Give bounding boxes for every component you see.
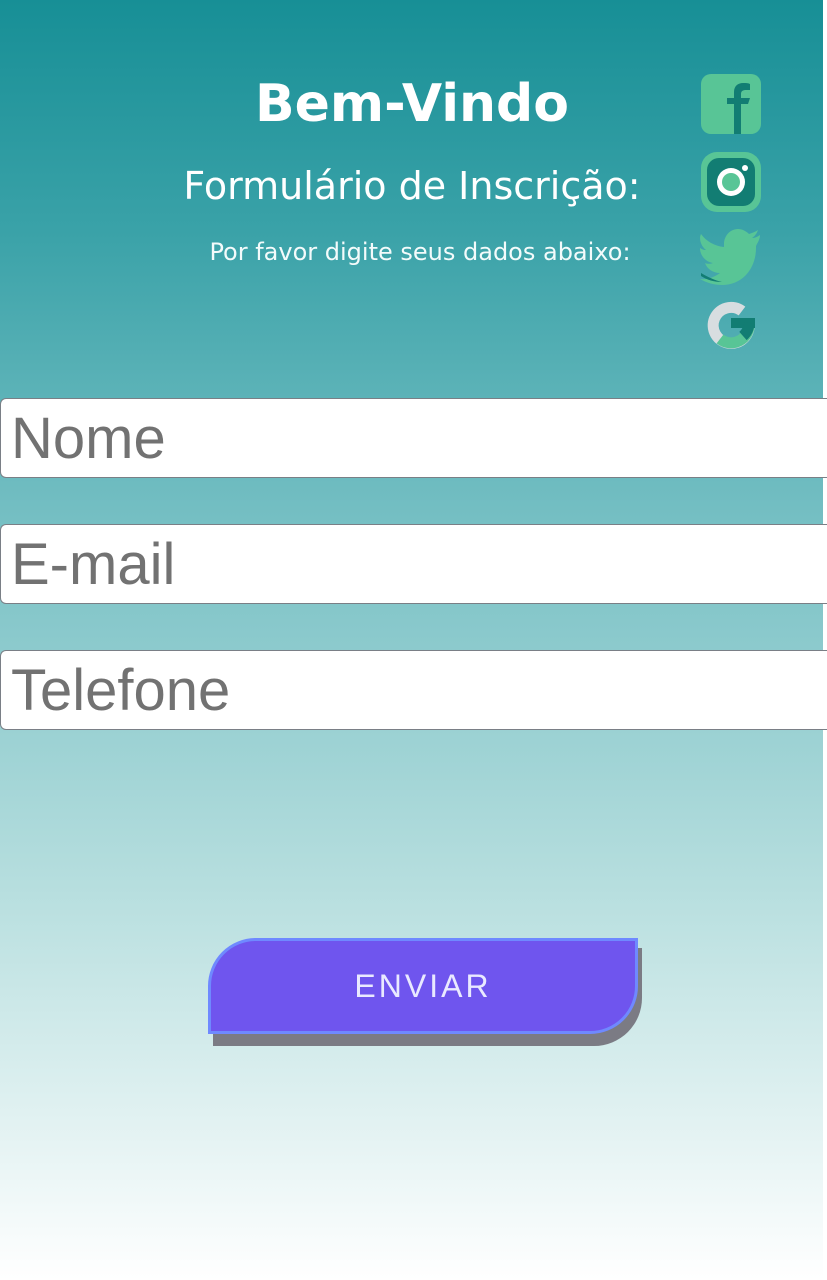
google-icon — [707, 301, 755, 349]
form-description: Por favor digite seus dados abaixo: — [209, 238, 631, 266]
email-input[interactable] — [0, 524, 827, 604]
twitter-icon — [700, 229, 760, 285]
instagram-icon — [701, 152, 761, 212]
form-subtitle: Formulário de Inscrição: — [183, 164, 641, 208]
name-input[interactable] — [0, 398, 827, 478]
phone-input[interactable] — [0, 650, 827, 730]
google-link[interactable] — [700, 292, 762, 354]
instagram-link[interactable] — [700, 151, 762, 213]
header-section: Bem-Vindo Formulário de Inscrição: Por f… — [0, 0, 827, 390]
twitter-link[interactable] — [700, 225, 762, 287]
submit-button[interactable]: ENVIAR — [208, 938, 638, 1034]
facebook-icon — [701, 74, 761, 134]
facebook-link[interactable] — [700, 73, 762, 135]
page-title: Bem-Vindo — [254, 74, 569, 134]
